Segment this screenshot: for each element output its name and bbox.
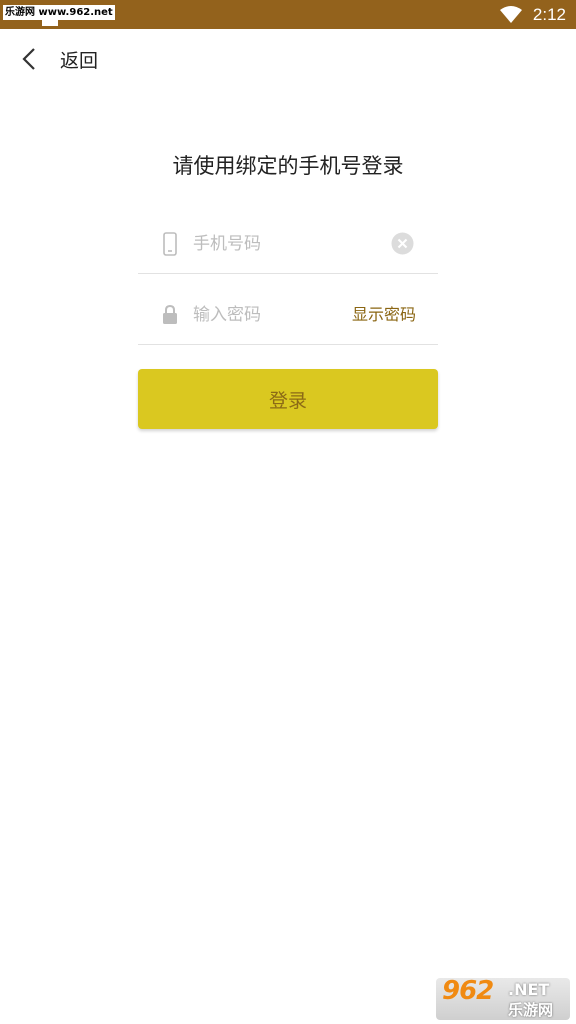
site-watermark: 962 .NET 乐游网 (436, 978, 570, 1020)
chevron-left-icon (22, 48, 35, 70)
watermark-net: .NET (508, 980, 550, 999)
watermark-text: 乐游网 www.962.net (3, 5, 115, 20)
phone-icon (163, 232, 177, 256)
back-button[interactable]: 返回 (14, 39, 114, 79)
password-field: 显示密码 (138, 285, 438, 345)
phone-input[interactable] (193, 230, 383, 258)
page-title: 请使用绑定的手机号登录 (172, 154, 404, 178)
watermark-number: 962 (442, 978, 494, 1006)
phone-field (138, 214, 438, 274)
login-button[interactable]: 登录 (138, 369, 438, 429)
show-password-button[interactable]: 显示密码 (352, 304, 416, 326)
watermark-site: 乐游网 (508, 1001, 554, 1019)
login-page: 乐游网 www.962.net 2:12 返回 请使用绑定的手机号登录 手机号码… (0, 0, 576, 1024)
clear-icon[interactable] (391, 232, 414, 255)
wifi-icon (500, 6, 522, 23)
header: 返回 (0, 29, 576, 89)
back-label: 返回 (60, 49, 99, 72)
lock-icon (163, 304, 177, 324)
status-bar: 乐游网 www.962.net 2:12 (0, 0, 576, 29)
notification-icon (42, 20, 58, 26)
status-time: 2:12 (532, 5, 566, 24)
